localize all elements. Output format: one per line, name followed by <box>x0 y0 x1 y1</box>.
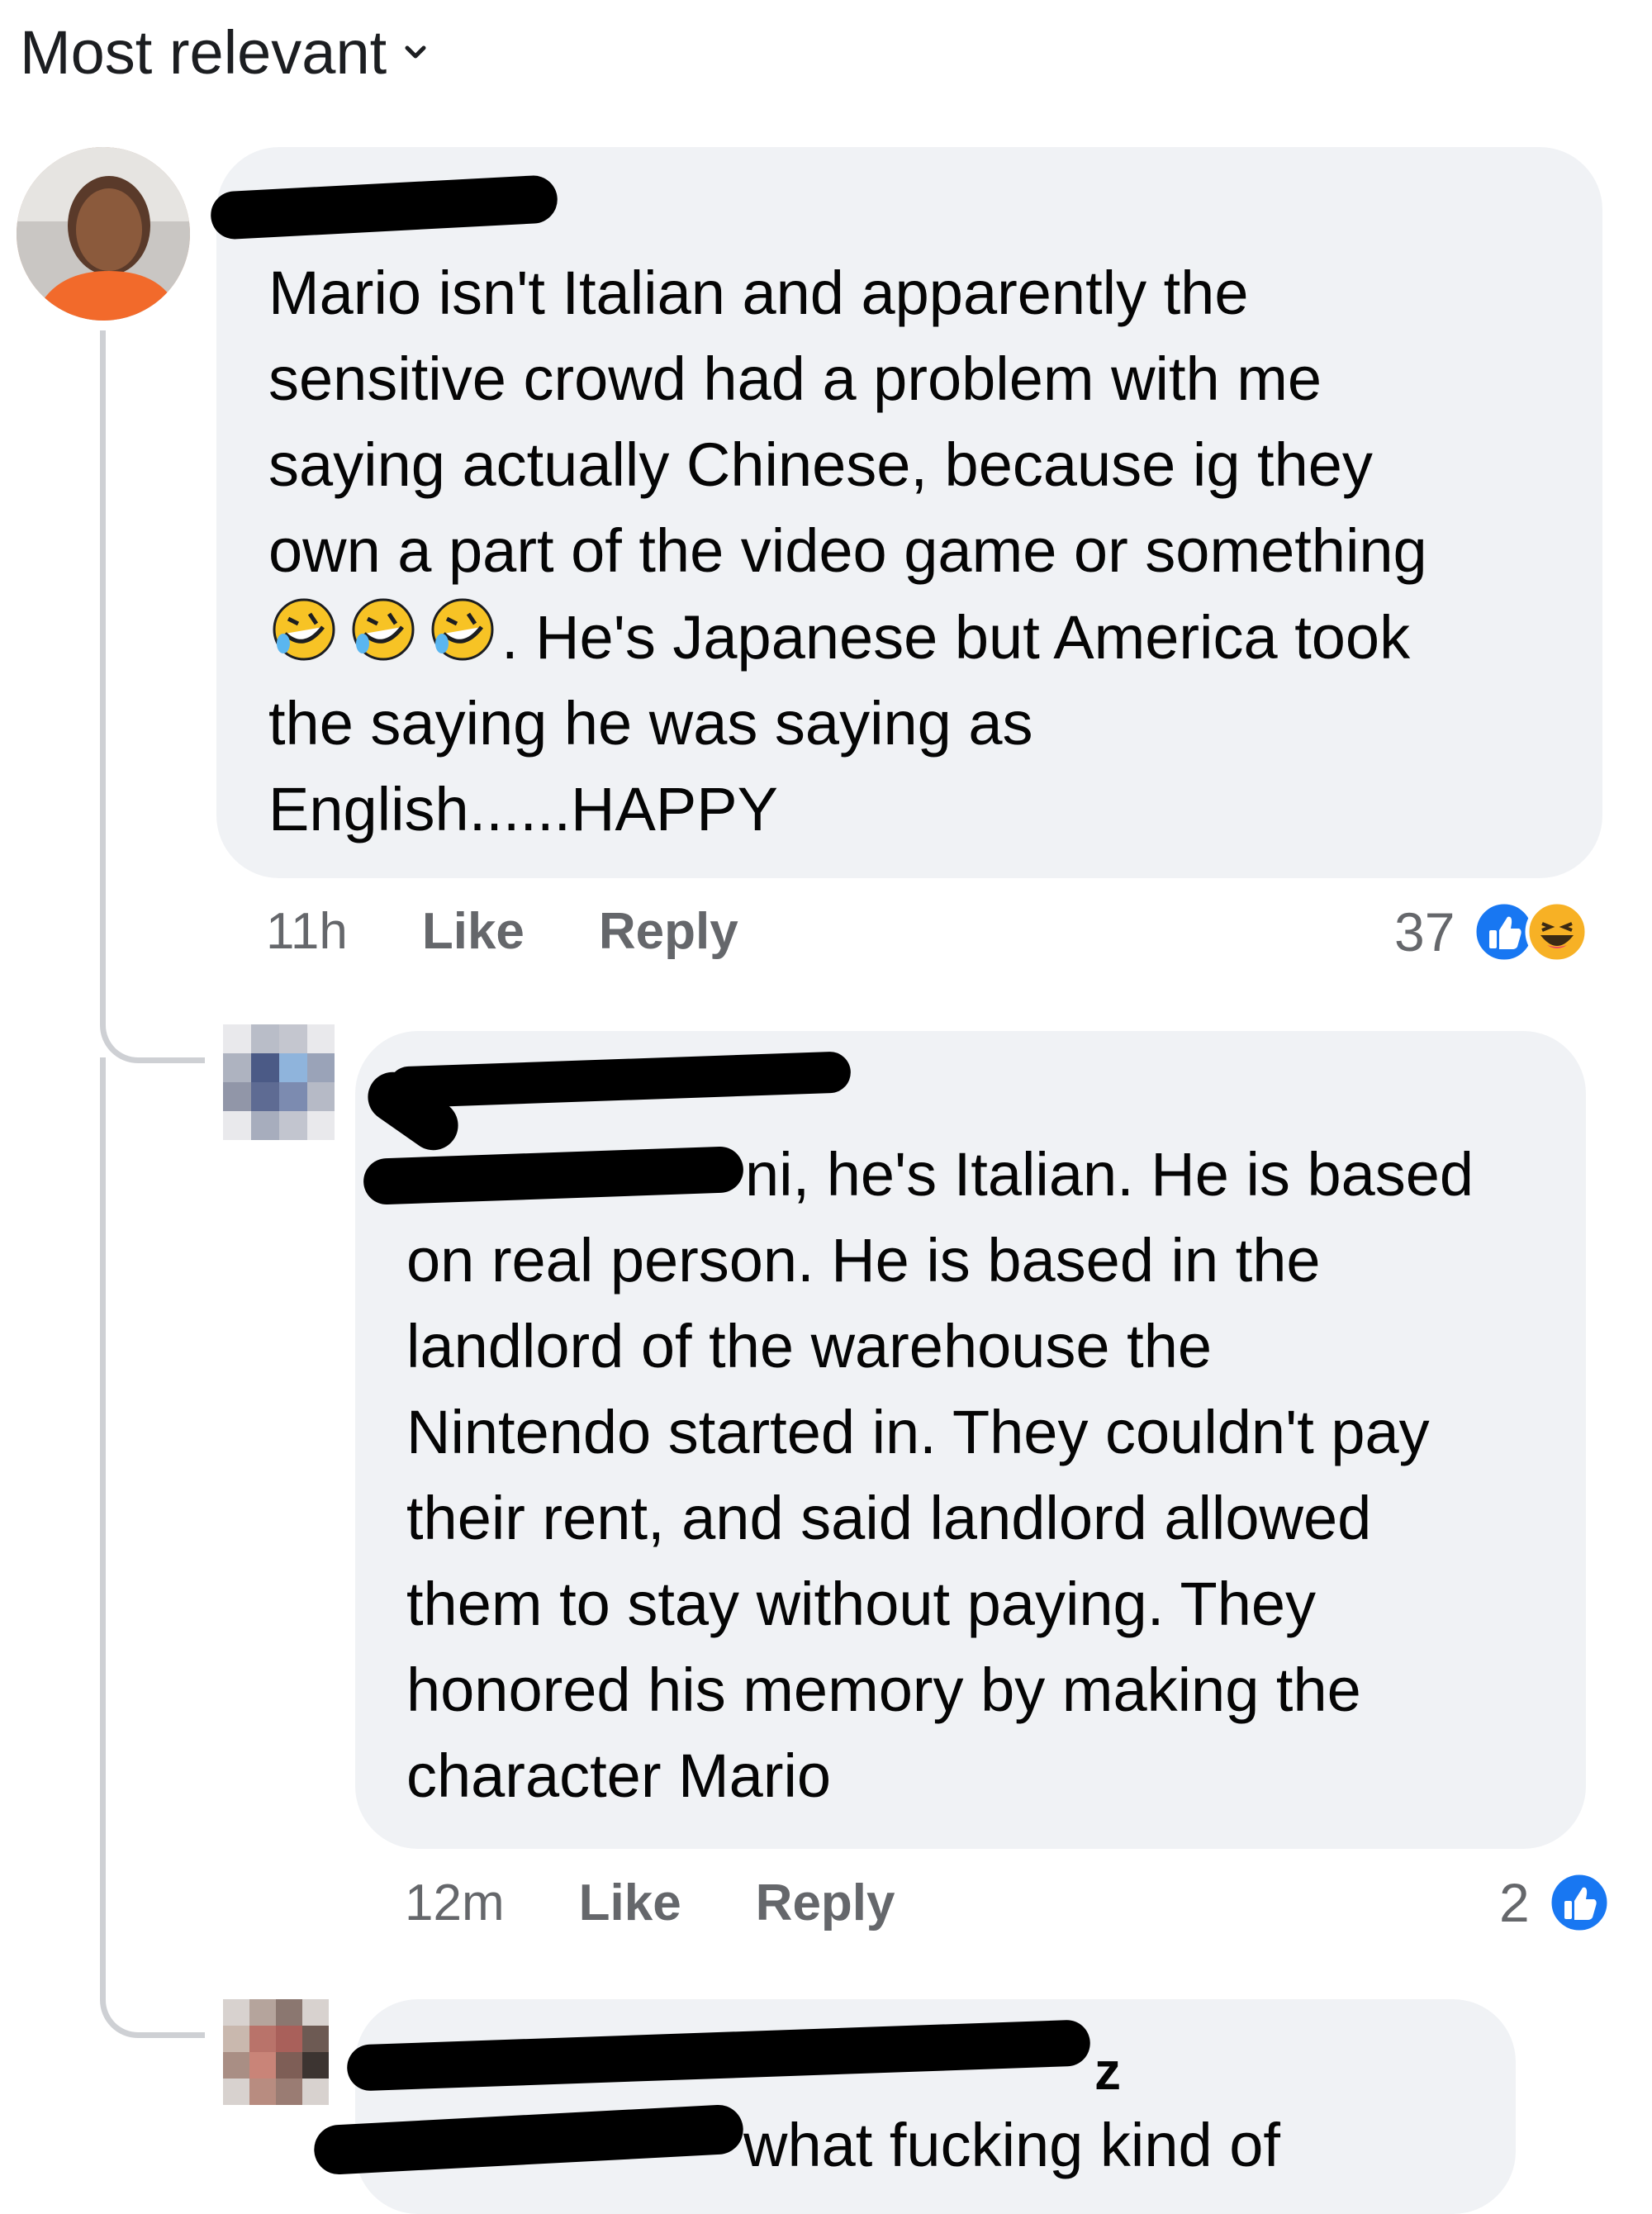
rolling-laughing-emoji-icon <box>352 598 415 661</box>
comment-text: ni, he's Italian. He is based on real pe… <box>406 1140 1474 1810</box>
avatar[interactable] <box>223 1024 335 1140</box>
reply-button[interactable]: Reply <box>756 1874 895 1932</box>
thread-branch <box>100 991 205 1063</box>
chevron-down-icon <box>405 45 426 59</box>
reaction-summary[interactable]: 37 <box>1394 899 1590 965</box>
timestamp[interactable]: 11h <box>266 902 348 961</box>
like-reaction-icon <box>1547 1870 1612 1935</box>
sort-label: Most relevant <box>20 18 387 87</box>
rolling-laughing-emoji-icon <box>273 598 335 661</box>
reaction-summary[interactable]: 2 <box>1499 1870 1612 1936</box>
reaction-count: 2 <box>1499 1872 1530 1933</box>
avatar-image <box>17 147 190 321</box>
thread-branch <box>100 1966 205 2038</box>
comment-actions: 12m Like Reply <box>405 1874 970 1932</box>
sort-dropdown[interactable]: Most relevant <box>20 15 426 91</box>
avatar[interactable] <box>17 147 190 321</box>
like-button[interactable]: Like <box>579 1874 681 1932</box>
thread-line <box>100 330 106 1008</box>
haha-reaction-icon <box>1525 900 1589 964</box>
comment-text: what fucking kind of <box>743 2111 1280 2179</box>
author-name-visible-fragment: z <box>1094 2041 1121 2101</box>
timestamp[interactable]: 12m <box>405 1874 505 1932</box>
reply-button[interactable]: Reply <box>599 902 738 961</box>
reaction-count: 37 <box>1394 901 1455 962</box>
avatar[interactable] <box>223 1999 329 2105</box>
like-button[interactable]: Like <box>422 902 525 961</box>
comment-text: Mario isn't Italian and apparently the s… <box>268 259 1427 843</box>
thread-line <box>100 1057 106 1983</box>
emoji-group <box>268 594 498 665</box>
rolling-laughing-emoji-icon <box>431 598 494 661</box>
avatar-image-pixelated <box>223 1999 329 2105</box>
avatar-image-pixelated <box>223 1024 335 1140</box>
comment-actions: 11h Like Reply <box>266 902 813 961</box>
